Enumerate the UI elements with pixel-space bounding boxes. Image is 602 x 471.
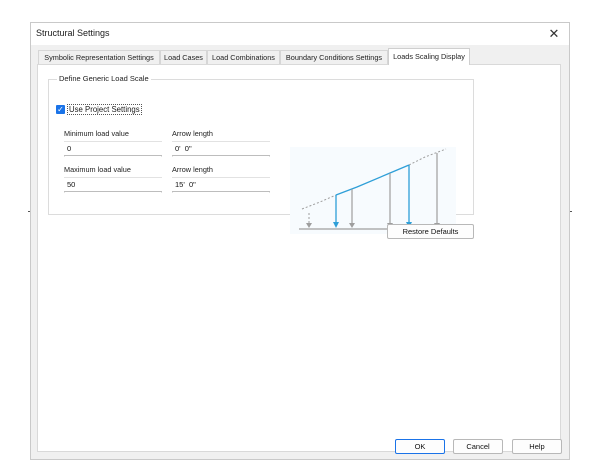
cancel-button[interactable]: Cancel bbox=[453, 439, 503, 454]
group-title: Define Generic Load Scale bbox=[57, 74, 151, 83]
min-arrow-length-label: Arrow length bbox=[172, 129, 213, 138]
max-load-input[interactable] bbox=[64, 178, 162, 192]
title-bar: Structural Settings ✕ bbox=[31, 23, 569, 45]
preview-background bbox=[290, 147, 456, 234]
window-title: Structural Settings bbox=[36, 28, 110, 38]
use-project-settings-label: Use Project Settings bbox=[67, 103, 142, 115]
tab-label: Loads Scaling Display bbox=[393, 52, 465, 61]
tab-label: Load Combinations bbox=[212, 53, 275, 62]
min-arrow-length-input[interactable] bbox=[172, 142, 270, 156]
min-load-input[interactable] bbox=[64, 142, 162, 156]
close-button[interactable]: ✕ bbox=[539, 23, 569, 45]
close-icon: ✕ bbox=[548, 26, 560, 41]
tab-label: Load Cases bbox=[164, 53, 203, 62]
min-load-label: Minimum load value bbox=[64, 129, 129, 138]
tab-label: Boundary Conditions Settings bbox=[285, 53, 383, 62]
tab-symbolic-representation-settings[interactable]: Symbolic Representation Settings bbox=[38, 50, 160, 64]
help-button[interactable]: Help bbox=[512, 439, 562, 454]
tab-label: Symbolic Representation Settings bbox=[44, 53, 154, 62]
tab-loads-scaling-display[interactable]: Loads Scaling Display bbox=[388, 48, 470, 65]
use-project-settings-checkbox[interactable]: ✓ Use Project Settings bbox=[56, 103, 142, 115]
tab-load-combinations[interactable]: Load Combinations bbox=[207, 50, 280, 64]
max-load-label: Maximum load value bbox=[64, 165, 131, 174]
structural-settings-dialog: Structural Settings ✕ Symbolic Represent… bbox=[30, 22, 570, 460]
max-arrow-length-input[interactable] bbox=[172, 178, 270, 192]
tab-panel-loads-scaling-display: Define Generic Load Scale ✓ Use Project … bbox=[37, 64, 561, 452]
ok-button[interactable]: OK bbox=[395, 439, 445, 454]
tab-load-cases[interactable]: Load Cases bbox=[160, 50, 207, 64]
restore-defaults-button[interactable]: Restore Defaults bbox=[387, 224, 474, 239]
checkmark-icon: ✓ bbox=[56, 104, 65, 114]
tab-boundary-conditions-settings[interactable]: Boundary Conditions Settings bbox=[280, 50, 388, 64]
load-scale-preview-diagram bbox=[290, 147, 456, 234]
max-arrow-length-label: Arrow length bbox=[172, 165, 213, 174]
